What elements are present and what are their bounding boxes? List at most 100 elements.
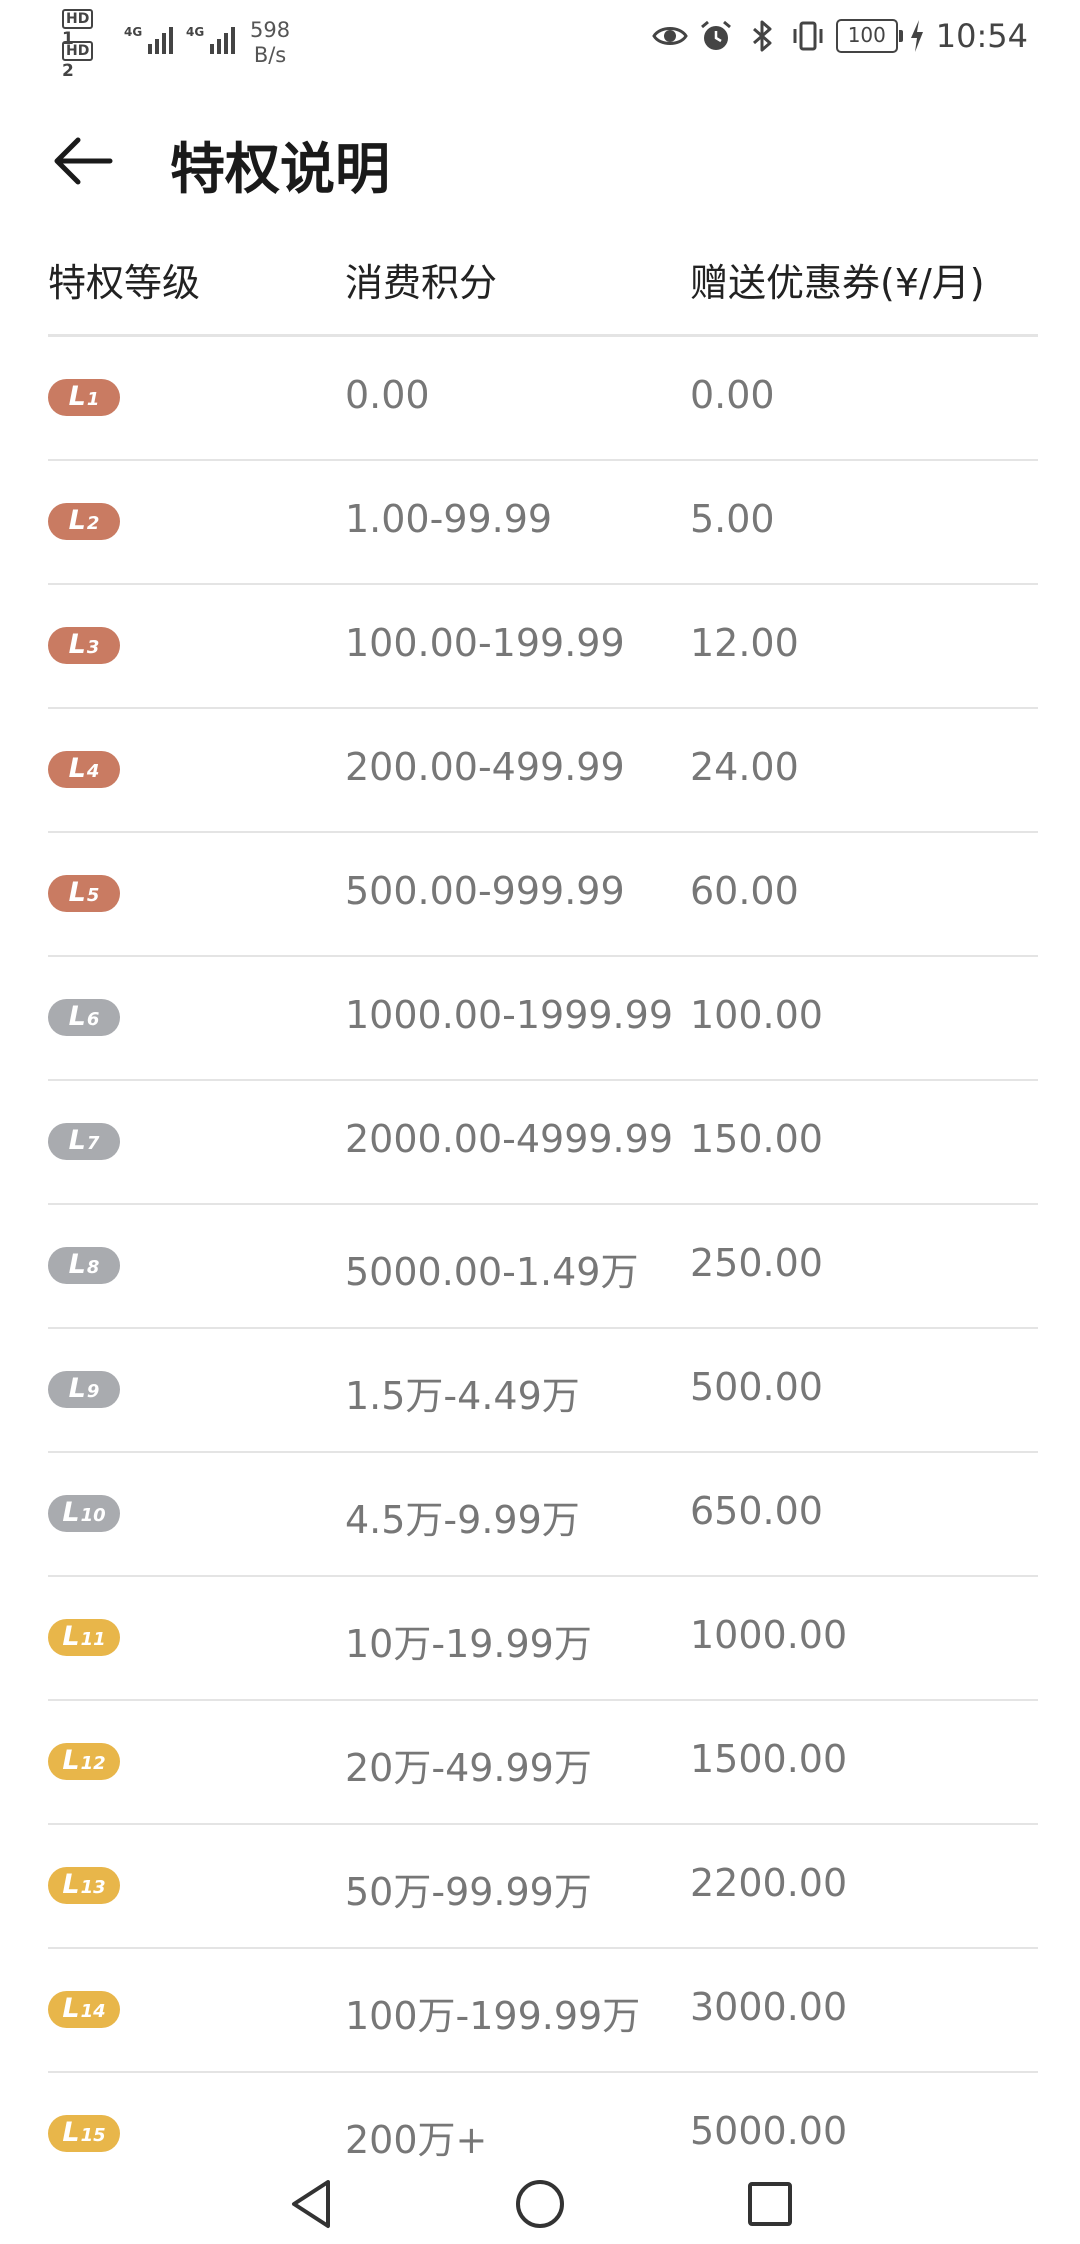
table-row: L 12 20万-49.99万 1500.00 — [48, 1701, 1038, 1825]
column-header-points: 消费积分 — [345, 261, 498, 305]
level-badge: L6 — [48, 999, 120, 1036]
coupon-value-cell: 5000.00 — [690, 2109, 848, 2153]
level-badge: L2 — [48, 503, 120, 540]
sim2-indicator: HD2 — [62, 40, 96, 81]
points-range-cell: 500.00-999.99 — [345, 869, 625, 913]
level-badge: L 13 — [48, 1867, 120, 1904]
level-badge-letter: L — [62, 1869, 80, 1900]
points-range-cell: 200万+ — [345, 2118, 488, 2162]
coupon-value-cell: 150.00 — [690, 1117, 823, 1161]
points-range-cell: 0.00 — [345, 373, 430, 417]
table-row: L 3 100.00-199.99 12.00 — [48, 585, 1038, 709]
level-badge-letter: L — [68, 877, 86, 908]
level-badge-number: 15 — [80, 2125, 106, 2146]
sim2-hd-label: HD — [62, 41, 94, 61]
status-bar: HD1 HD2 4G 4G 598 B/s 100 10:54 — [0, 0, 1080, 81]
points-range-cell: 100.00-199.99 — [345, 621, 625, 665]
network-speed-value: 598 — [250, 18, 291, 42]
nav-back-triangle-icon[interactable] — [282, 2174, 342, 2234]
table-row: L 2 1.00-99.99 5.00 — [48, 461, 1038, 585]
level-badge: L9 — [48, 1371, 120, 1408]
eye-icon — [652, 27, 688, 45]
level-badge: L3 — [48, 627, 120, 664]
level-badge-letter: L — [62, 1621, 80, 1652]
battery-icon: 100 — [835, 19, 903, 53]
level-badge: L1 — [48, 379, 120, 416]
points-range-cell: 1.00-99.99 — [345, 497, 553, 541]
level-badge-letter: L — [62, 2117, 80, 2148]
signal-strength-1-icon: 4G — [124, 25, 173, 54]
nav-home-circle-icon[interactable] — [510, 2174, 570, 2234]
points-range-cell: 10万-19.99万 — [345, 1622, 592, 1666]
table-row: L 4 200.00-499.99 24.00 — [48, 709, 1038, 833]
table-row: L 5 500.00-999.99 60.00 — [48, 833, 1038, 957]
coupon-value-cell: 1500.00 — [690, 1737, 848, 1781]
level-badge-letter: L — [68, 1373, 86, 1404]
coupon-value-cell: 0.00 — [690, 373, 775, 417]
system-navigation-bar — [0, 2160, 1080, 2244]
points-range-cell: 100万-199.99万 — [345, 1994, 641, 2038]
level-badge-letter: L — [68, 629, 86, 660]
level-badge-number: 2 — [86, 513, 100, 534]
table-row: L 10 4.5万-9.99万 650.00 — [48, 1453, 1038, 1577]
sim1-hd-label: HD — [62, 9, 94, 29]
points-range-cell: 5000.00-1.49万 — [345, 1250, 639, 1294]
svg-text:4G: 4G — [186, 25, 204, 39]
level-badge-letter: L — [68, 1125, 86, 1156]
points-range-cell: 2000.00-4999.99 — [345, 1117, 673, 1161]
level-badge: L 15 — [48, 2115, 120, 2152]
coupon-value-cell: 500.00 — [690, 1365, 823, 1409]
level-badge-letter: L — [68, 1001, 86, 1032]
level-badge-number: 1 — [86, 389, 100, 410]
table-row: L 7 2000.00-4999.99 150.00 — [48, 1081, 1038, 1205]
level-badge-number: 10 — [80, 1505, 106, 1526]
level-badge-number: 8 — [86, 1257, 100, 1278]
level-badge-number: 3 — [86, 637, 100, 658]
coupon-value-cell: 3000.00 — [690, 1985, 848, 2029]
table-row: L 11 10万-19.99万 1000.00 — [48, 1577, 1038, 1701]
nav-recents-square-icon[interactable] — [740, 2174, 800, 2234]
coupon-value-cell: 12.00 — [690, 621, 799, 665]
clock: 10:54 — [935, 17, 1028, 55]
level-badge-number: 13 — [80, 1877, 106, 1898]
points-range-cell: 20万-49.99万 — [345, 1746, 592, 1790]
bluetooth-icon — [752, 20, 772, 52]
network-speed: 598 B/s — [250, 18, 290, 68]
level-badge-number: 7 — [86, 1133, 100, 1154]
signal-strength-2-icon: 4G — [186, 25, 235, 54]
coupon-value-cell: 100.00 — [690, 993, 823, 1037]
table-row: L 13 50万-99.99万 2200.00 — [48, 1825, 1038, 1949]
coupon-value-cell: 5.00 — [690, 497, 775, 541]
table-row: L 6 1000.00-1999.99 100.00 — [48, 957, 1038, 1081]
level-badge-number: 4 — [86, 761, 100, 782]
level-badge: L 10 — [48, 1495, 120, 1532]
table-row: L 9 1.5万-4.49万 500.00 — [48, 1329, 1038, 1453]
level-badge: L7 — [48, 1123, 120, 1160]
sim2-number: 2 — [62, 61, 74, 81]
level-badge: L 14 — [48, 1991, 120, 2028]
level-badge-letter: L — [68, 505, 86, 536]
app-header: 特权说明 — [0, 106, 1080, 216]
network-speed-unit: B/s — [253, 43, 287, 67]
level-badge-number: 11 — [80, 1629, 106, 1650]
points-range-cell: 50万-99.99万 — [345, 1870, 592, 1914]
level-badge-letter: L — [68, 1249, 86, 1280]
alarm-icon — [700, 20, 731, 50]
coupon-value-cell: 250.00 — [690, 1241, 823, 1285]
level-badge-letter: L — [62, 1497, 80, 1528]
arrow-left-icon[interactable] — [48, 126, 118, 196]
charging-icon — [910, 20, 923, 52]
points-range-cell: 4.5万-9.99万 — [345, 1498, 580, 1542]
level-badge: L8 — [48, 1247, 120, 1284]
vibrate-icon — [793, 21, 823, 51]
level-badge-number: 6 — [86, 1009, 100, 1030]
points-range-cell: 1000.00-1999.99 — [345, 993, 673, 1037]
table-body: L 1 0.00 0.00 L 2 1.00-99.99 5.00 L 3 100.00-199.9… — [48, 337, 1038, 2197]
points-range-cell: 1.5万-4.49万 — [345, 1374, 580, 1418]
level-badge: L 11 — [48, 1619, 120, 1656]
coupon-value-cell: 60.00 — [690, 869, 799, 913]
column-header-coupon: 赠送优惠券(¥/月) — [690, 261, 985, 305]
level-badge-number: 12 — [80, 1753, 106, 1774]
table-row: L 1 0.00 0.00 — [48, 337, 1038, 461]
level-badge-number: 5 — [86, 885, 100, 906]
